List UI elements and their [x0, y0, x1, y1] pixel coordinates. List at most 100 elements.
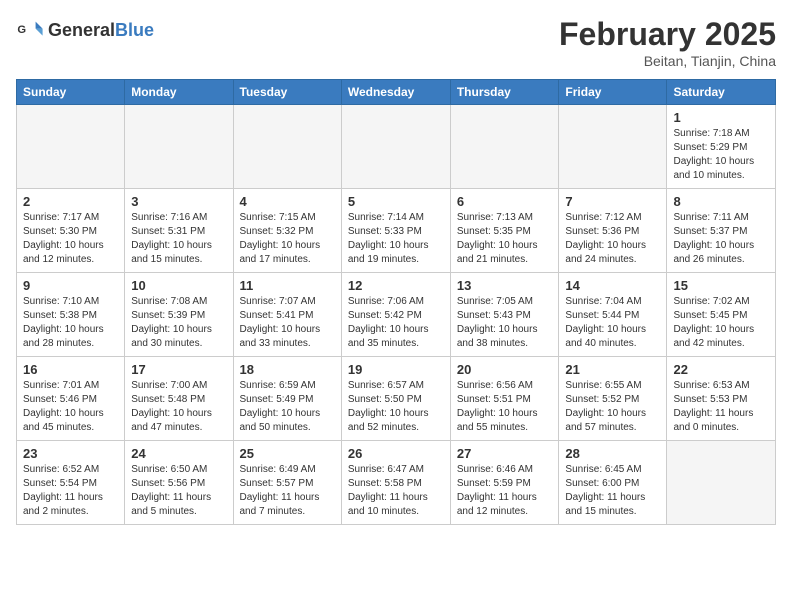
calendar-cell: 19 Sunrise: 6:57 AM Sunset: 5:50 PM Dayli… [341, 357, 450, 441]
day-detail: Sunrise: 7:15 AM Sunset: 5:32 PM Dayligh… [240, 211, 335, 267]
calendar-cell: 15 Sunrise: 7:02 AM Sunset: 5:45 PM Dayli… [667, 273, 776, 357]
calendar-cell [125, 105, 233, 189]
day-number: 19 [348, 362, 444, 377]
day-number: 21 [565, 362, 660, 377]
logo-general: General [48, 20, 115, 40]
month-year: February 2025 [559, 16, 776, 53]
calendar-cell: 2Sunrise: 7:17 AM Sunset: 5:30 PM Daylig… [17, 189, 125, 273]
calendar-header-row: SundayMondayTuesdayWednesdayThursdayFrid… [17, 80, 776, 105]
calendar-cell: 7 Sunrise: 7:12 AM Sunset: 5:36 PM Daylig… [559, 189, 667, 273]
column-header-thursday: Thursday [450, 80, 559, 105]
day-detail: Sunrise: 7:12 AM Sunset: 5:36 PM Dayligh… [565, 211, 660, 267]
location: Beitan, Tianjin, China [559, 53, 776, 69]
day-detail: Sunrise: 7:02 AM Sunset: 5:45 PM Dayligh… [673, 295, 769, 351]
day-number: 8 [673, 194, 769, 209]
day-detail: Sunrise: 7:18 AM Sunset: 5:29 PM Dayligh… [673, 127, 769, 183]
column-header-sunday: Sunday [17, 80, 125, 105]
day-detail: Sunrise: 6:59 AM Sunset: 5:49 PM Dayligh… [240, 379, 335, 435]
calendar-table: SundayMondayTuesdayWednesdayThursdayFrid… [16, 79, 776, 525]
calendar-cell: 3Sunrise: 7:16 AM Sunset: 5:31 PM Daylig… [125, 189, 233, 273]
calendar-cell: 20 Sunrise: 6:56 AM Sunset: 5:51 PM Dayli… [450, 357, 559, 441]
column-header-saturday: Saturday [667, 80, 776, 105]
logo: G GeneralBlue [16, 16, 154, 44]
calendar-cell [341, 105, 450, 189]
calendar-cell: 4 Sunrise: 7:15 AM Sunset: 5:32 PM Daylig… [233, 189, 341, 273]
calendar-cell: 5 Sunrise: 7:14 AM Sunset: 5:33 PM Daylig… [341, 189, 450, 273]
day-number: 5 [348, 194, 444, 209]
day-number: 14 [565, 278, 660, 293]
day-number: 9 [23, 278, 118, 293]
column-header-tuesday: Tuesday [233, 80, 341, 105]
day-number: 11 [240, 278, 335, 293]
calendar-cell: 8 Sunrise: 7:11 AM Sunset: 5:37 PM Daylig… [667, 189, 776, 273]
day-number: 17 [131, 362, 226, 377]
calendar-cell: 14 Sunrise: 7:04 AM Sunset: 5:44 PM Dayli… [559, 273, 667, 357]
calendar-cell: 12 Sunrise: 7:06 AM Sunset: 5:42 PM Dayli… [341, 273, 450, 357]
day-number: 16 [23, 362, 118, 377]
day-detail: Sunrise: 7:14 AM Sunset: 5:33 PM Dayligh… [348, 211, 444, 267]
day-detail: Sunrise: 7:05 AM Sunset: 5:43 PM Dayligh… [457, 295, 553, 351]
calendar-cell: 11 Sunrise: 7:07 AM Sunset: 5:41 PM Dayli… [233, 273, 341, 357]
calendar-cell: 17 Sunrise: 7:00 AM Sunset: 5:48 PM Dayli… [125, 357, 233, 441]
day-detail: Sunrise: 7:10 AM Sunset: 5:38 PM Dayligh… [23, 295, 118, 351]
calendar-cell: 1Sunrise: 7:18 AM Sunset: 5:29 PM Daylig… [667, 105, 776, 189]
day-detail: Sunrise: 7:07 AM Sunset: 5:41 PM Dayligh… [240, 295, 335, 351]
day-detail: Sunrise: 6:53 AM Sunset: 5:53 PM Dayligh… [673, 379, 769, 435]
logo-text: GeneralBlue [48, 20, 154, 41]
page-header: G GeneralBlue February 2025 Beitan, Tian… [16, 16, 776, 69]
day-detail: Sunrise: 7:08 AM Sunset: 5:39 PM Dayligh… [131, 295, 226, 351]
day-detail: Sunrise: 7:11 AM Sunset: 5:37 PM Dayligh… [673, 211, 769, 267]
logo-blue: Blue [115, 20, 154, 40]
day-detail: Sunrise: 6:49 AM Sunset: 5:57 PM Dayligh… [240, 463, 335, 519]
day-detail: Sunrise: 6:46 AM Sunset: 5:59 PM Dayligh… [457, 463, 553, 519]
calendar-cell: 25Sunrise: 6:49 AM Sunset: 5:57 PM Dayli… [233, 441, 341, 525]
day-number: 2 [23, 194, 118, 209]
day-number: 28 [565, 446, 660, 461]
calendar-week-row: 2Sunrise: 7:17 AM Sunset: 5:30 PM Daylig… [17, 189, 776, 273]
calendar-week-row: 16Sunrise: 7:01 AM Sunset: 5:46 PM Dayli… [17, 357, 776, 441]
day-detail: Sunrise: 6:52 AM Sunset: 5:54 PM Dayligh… [23, 463, 118, 519]
calendar-cell: 21 Sunrise: 6:55 AM Sunset: 5:52 PM Dayli… [559, 357, 667, 441]
day-detail: Sunrise: 6:55 AM Sunset: 5:52 PM Dayligh… [565, 379, 660, 435]
day-number: 22 [673, 362, 769, 377]
day-number: 12 [348, 278, 444, 293]
day-detail: Sunrise: 7:13 AM Sunset: 5:35 PM Dayligh… [457, 211, 553, 267]
day-detail: Sunrise: 7:04 AM Sunset: 5:44 PM Dayligh… [565, 295, 660, 351]
day-detail: Sunrise: 7:00 AM Sunset: 5:48 PM Dayligh… [131, 379, 226, 435]
column-header-monday: Monday [125, 80, 233, 105]
day-number: 20 [457, 362, 553, 377]
day-detail: Sunrise: 6:56 AM Sunset: 5:51 PM Dayligh… [457, 379, 553, 435]
calendar-cell: 28 Sunrise: 6:45 AM Sunset: 6:00 PM Dayli… [559, 441, 667, 525]
calendar-cell: 18 Sunrise: 6:59 AM Sunset: 5:49 PM Dayli… [233, 357, 341, 441]
calendar-cell: 26 Sunrise: 6:47 AM Sunset: 5:58 PM Dayli… [341, 441, 450, 525]
calendar-week-row: 23 Sunrise: 6:52 AM Sunset: 5:54 PM Dayli… [17, 441, 776, 525]
calendar-week-row: 9 Sunrise: 7:10 AM Sunset: 5:38 PM Daylig… [17, 273, 776, 357]
calendar-week-row: 1Sunrise: 7:18 AM Sunset: 5:29 PM Daylig… [17, 105, 776, 189]
title-block: February 2025 Beitan, Tianjin, China [559, 16, 776, 69]
day-number: 10 [131, 278, 226, 293]
calendar-cell: 24 Sunrise: 6:50 AM Sunset: 5:56 PM Dayli… [125, 441, 233, 525]
day-detail: Sunrise: 6:47 AM Sunset: 5:58 PM Dayligh… [348, 463, 444, 519]
day-detail: Sunrise: 7:06 AM Sunset: 5:42 PM Dayligh… [348, 295, 444, 351]
day-number: 18 [240, 362, 335, 377]
column-header-friday: Friday [559, 80, 667, 105]
logo-icon: G [16, 16, 44, 44]
day-number: 4 [240, 194, 335, 209]
day-number: 26 [348, 446, 444, 461]
calendar-cell [450, 105, 559, 189]
day-number: 23 [23, 446, 118, 461]
calendar-cell: 6 Sunrise: 7:13 AM Sunset: 5:35 PM Daylig… [450, 189, 559, 273]
day-detail: Sunrise: 6:57 AM Sunset: 5:50 PM Dayligh… [348, 379, 444, 435]
day-number: 24 [131, 446, 226, 461]
calendar-cell: 9 Sunrise: 7:10 AM Sunset: 5:38 PM Daylig… [17, 273, 125, 357]
day-detail: Sunrise: 6:45 AM Sunset: 6:00 PM Dayligh… [565, 463, 660, 519]
day-detail: Sunrise: 6:50 AM Sunset: 5:56 PM Dayligh… [131, 463, 226, 519]
svg-text:G: G [17, 24, 26, 36]
calendar-cell: 23 Sunrise: 6:52 AM Sunset: 5:54 PM Dayli… [17, 441, 125, 525]
day-number: 13 [457, 278, 553, 293]
calendar-cell [667, 441, 776, 525]
day-number: 7 [565, 194, 660, 209]
day-number: 15 [673, 278, 769, 293]
calendar-cell: 22 Sunrise: 6:53 AM Sunset: 5:53 PM Dayli… [667, 357, 776, 441]
day-number: 6 [457, 194, 553, 209]
